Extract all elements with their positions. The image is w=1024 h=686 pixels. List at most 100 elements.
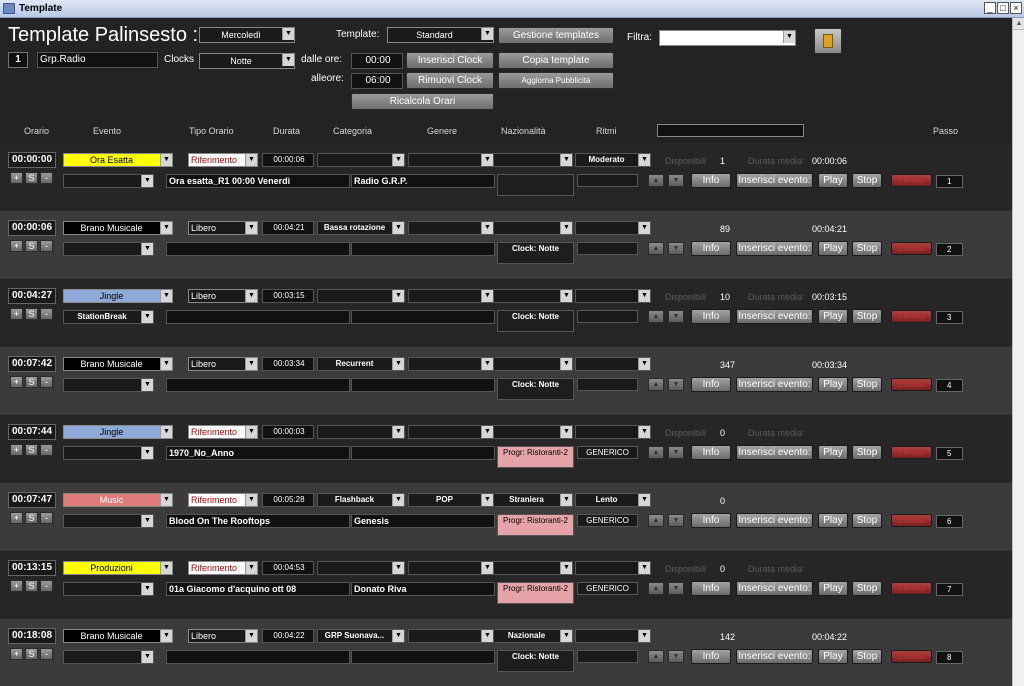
passo-field[interactable]: 3 <box>936 311 963 324</box>
nazionalita-select[interactable]: ▼ <box>493 561 573 575</box>
categoria-select[interactable]: ▼ <box>317 425 405 439</box>
orario-field[interactable]: 00:00:00 <box>8 152 56 168</box>
categoria-select[interactable]: GRP Suonava... ▼ <box>317 629 405 643</box>
brano-title[interactable]: Blood On The Rooftops <box>166 514 350 528</box>
passo-field[interactable]: 5 <box>936 447 963 460</box>
brano-title[interactable] <box>166 310 350 324</box>
s-button[interactable]: S <box>25 240 38 252</box>
s-button[interactable]: S <box>25 580 38 592</box>
durata-field[interactable]: 00:04:53 <box>262 561 314 575</box>
maximize-button[interactable]: □ <box>997 2 1009 14</box>
categoria-select[interactable]: ▼ <box>317 153 405 167</box>
genere-select[interactable]: ▼ <box>408 153 494 167</box>
orario-field[interactable]: 00:07:42 <box>8 356 56 372</box>
tipo-orario-select[interactable]: Riferimento ▼ <box>188 561 258 575</box>
passo-field[interactable]: 2 <box>936 243 963 256</box>
tipo-orario-select[interactable]: Riferimento ▼ <box>188 153 258 167</box>
minus-button[interactable]: - <box>40 308 53 320</box>
inserisci-evento-button[interactable]: Inserisci evento: <box>736 377 813 392</box>
s-button[interactable]: S <box>25 512 38 524</box>
elimina-button[interactable]: Elimina <box>891 446 932 459</box>
genere-select[interactable]: ▼ <box>408 357 494 371</box>
tipo-orario-select[interactable]: Libero ▼ <box>188 629 258 643</box>
plus-button[interactable]: + <box>10 444 23 456</box>
play-button[interactable]: Play <box>818 445 848 460</box>
nazionalita-select[interactable]: ▼ <box>493 425 573 439</box>
durata-field[interactable]: 00:05:28 <box>262 493 314 507</box>
passo-field[interactable]: 7 <box>936 583 963 596</box>
copia-template-button[interactable]: Copia template <box>498 52 614 69</box>
inserisci-evento-button[interactable]: Inserisci evento: <box>736 241 813 256</box>
ricalcola-orari-button[interactable]: Ricalcola Orari <box>351 93 494 110</box>
genere2-field[interactable] <box>577 378 638 391</box>
brano-title[interactable]: 01a Giacomo d'acquino ott 08 <box>166 582 350 596</box>
genere-select[interactable]: POP ▼ <box>408 493 494 507</box>
brano-artist[interactable] <box>351 650 495 664</box>
nazionalita-select[interactable]: ▼ <box>493 289 573 303</box>
arrow-down-icon[interactable]: ▼ <box>668 378 684 391</box>
durata-field[interactable]: 00:04:22 <box>262 629 314 643</box>
orario-field[interactable]: 00:07:44 <box>8 424 56 440</box>
plus-button[interactable]: + <box>10 648 23 660</box>
plus-button[interactable]: + <box>10 580 23 592</box>
minus-button[interactable]: - <box>40 172 53 184</box>
arrow-up-icon[interactable]: ▲ <box>648 242 664 255</box>
stop-button[interactable]: Stop <box>852 241 882 256</box>
nazionalita-select[interactable]: ▼ <box>493 221 573 235</box>
elimina-button[interactable]: Elimina <box>891 514 932 527</box>
elimina-button[interactable]: Elimina <box>891 378 932 391</box>
brano-artist[interactable]: Radio G.R.P. <box>351 174 495 188</box>
sub-evento-select[interactable]: ▼ <box>63 582 154 596</box>
inserisci-evento-button[interactable]: Inserisci evento: <box>736 309 813 324</box>
brano-artist[interactable]: Genesis <box>351 514 495 528</box>
sub-evento-select[interactable]: ▼ <box>63 446 154 460</box>
inserisci-evento-button[interactable]: Inserisci evento: <box>736 649 813 664</box>
ritmi-select[interactable]: Moderato ▼ <box>575 153 651 167</box>
info-button[interactable]: Info <box>691 513 731 528</box>
info-button[interactable]: Info <box>691 377 731 392</box>
filtra-select[interactable]: ▼ <box>659 30 796 46</box>
minus-button[interactable]: - <box>40 648 53 660</box>
brano-title[interactable] <box>166 650 350 664</box>
categoria-select[interactable]: ▼ <box>317 289 405 303</box>
evento-select[interactable]: Produzioni ▼ <box>63 561 173 575</box>
vertical-scrollbar[interactable]: ▲ <box>1012 18 1024 686</box>
brano-artist[interactable] <box>351 446 495 460</box>
tipo-orario-select[interactable]: Riferimento ▼ <box>188 425 258 439</box>
close-button[interactable]: × <box>1010 2 1022 14</box>
brano-title[interactable]: Ora esatta_R1 00:00 Venerdì <box>166 174 350 188</box>
durata-field[interactable]: 00:00:03 <box>262 425 314 439</box>
brano-title[interactable] <box>166 378 350 392</box>
arrow-down-icon[interactable]: ▼ <box>668 650 684 663</box>
categoria-select[interactable]: ▼ <box>317 561 405 575</box>
play-button[interactable]: Play <box>818 309 848 324</box>
genere-select[interactable]: ▼ <box>408 425 494 439</box>
genere2-field[interactable] <box>577 242 638 255</box>
dalle-input[interactable]: 00:00 <box>351 53 403 69</box>
info-button[interactable]: Info <box>691 445 731 460</box>
stop-button[interactable]: Stop <box>852 445 882 460</box>
genere-select[interactable]: ▼ <box>408 561 494 575</box>
arrow-up-icon[interactable]: ▲ <box>648 378 664 391</box>
nazionalita-select[interactable]: Straniera ▼ <box>493 493 573 507</box>
inserisci-clock-button[interactable]: Inserisci Clock <box>406 52 494 69</box>
stop-button[interactable]: Stop <box>852 513 882 528</box>
ritmi-select[interactable]: ▼ <box>575 357 651 371</box>
info-button[interactable]: Info <box>691 241 731 256</box>
ritmi-select[interactable]: ▼ <box>575 289 651 303</box>
arrow-up-icon[interactable]: ▲ <box>648 310 664 323</box>
stop-button[interactable]: Stop <box>852 309 882 324</box>
play-button[interactable]: Play <box>818 513 848 528</box>
gestione-templates-button[interactable]: Gestione templates <box>498 27 614 44</box>
durata-field[interactable]: 00:03:15 <box>262 289 314 303</box>
s-button[interactable]: S <box>25 308 38 320</box>
elimina-button[interactable]: Elimina <box>891 310 932 323</box>
ritmi-select[interactable]: ▼ <box>575 425 651 439</box>
genere-select[interactable]: ▼ <box>408 289 494 303</box>
genere-select[interactable]: ▼ <box>408 221 494 235</box>
day-select[interactable]: Mercoledì ▼ <box>199 27 295 43</box>
s-button[interactable]: S <box>25 444 38 456</box>
durata-field[interactable]: 00:00:06 <box>262 153 314 167</box>
orario-field[interactable]: 00:18:08 <box>8 628 56 644</box>
passo-field[interactable]: 4 <box>936 379 963 392</box>
